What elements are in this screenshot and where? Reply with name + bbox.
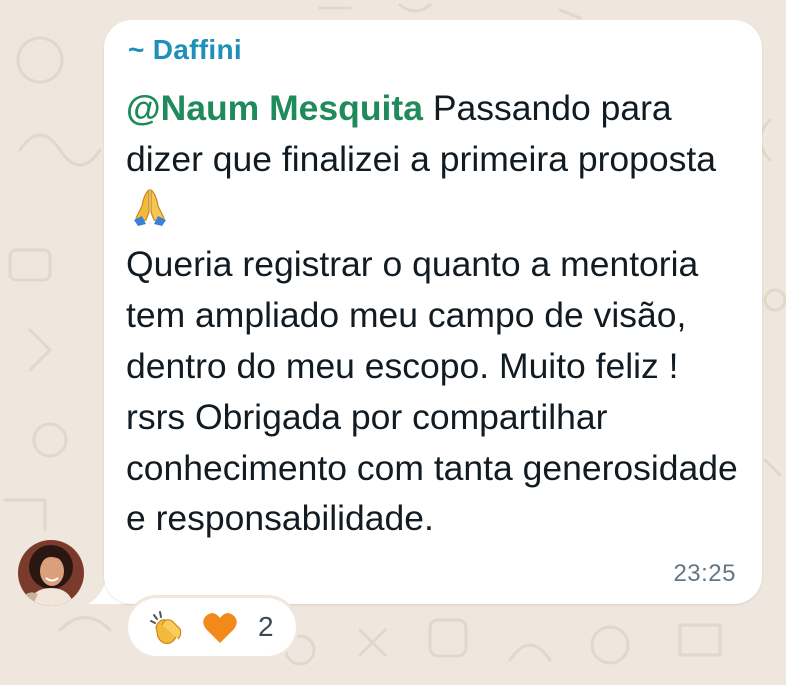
orange-heart-icon [202, 611, 238, 650]
message-paragraph-1: @Naum Mesquita Passando para dizer que f… [126, 83, 738, 239]
avatar[interactable] [18, 540, 84, 606]
sender-name[interactable]: ~ Daffini [128, 34, 242, 66]
message-bubble[interactable]: ~ Daffini @Naum Mesquita Passando para d… [104, 20, 762, 604]
reaction-count: 2 [258, 611, 274, 642]
message-timestamp: 23:25 [673, 560, 736, 587]
message-text: @Naum Mesquita Passando para dizer que f… [126, 83, 738, 544]
folded-hands-icon [130, 186, 170, 240]
message-paragraph-2: Queria registrar o quanto a mentoria tem… [126, 244, 738, 539]
clapping-hands-icon [148, 609, 186, 652]
mention-link[interactable]: @Naum Mesquita [126, 88, 423, 128]
reactions-pill[interactable]: 2 [128, 598, 296, 656]
